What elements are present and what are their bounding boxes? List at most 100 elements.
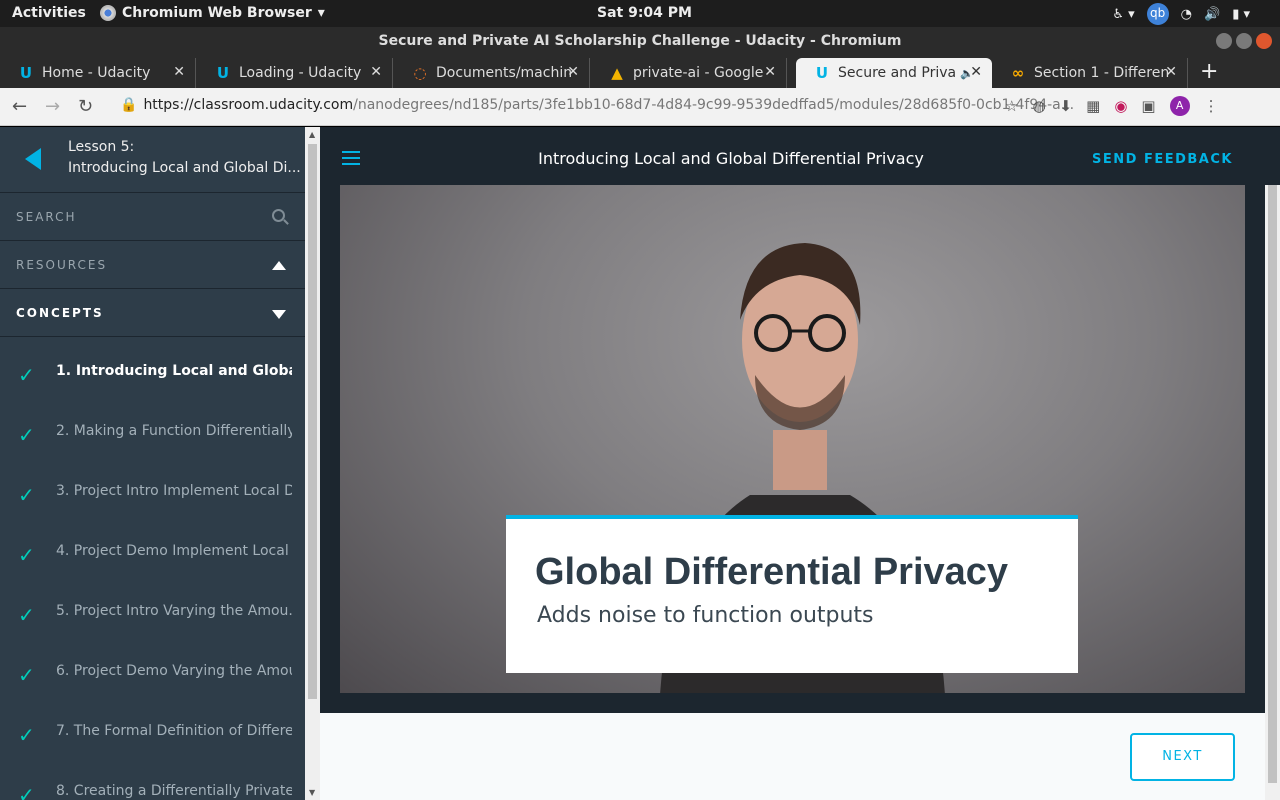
wifi-icon[interactable]: ◔ bbox=[1181, 7, 1192, 22]
maximize-button[interactable] bbox=[1236, 33, 1252, 49]
concept-item[interactable]: ✓ 1. Introducing Local and Global D... bbox=[0, 349, 305, 409]
back-arrow-icon[interactable]: ← bbox=[12, 96, 27, 117]
scroll-up-icon[interactable]: ▲ bbox=[309, 130, 315, 139]
udacity-icon: U bbox=[216, 64, 230, 82]
main-content: Introducing Local and Global Differentia… bbox=[320, 127, 1280, 800]
concept-label: 1. Introducing Local and Global D... bbox=[56, 363, 292, 379]
address-bar: ← → ↻ 🔒 https://classroom.udacity.com/nan… bbox=[0, 88, 1280, 126]
back-triangle-icon[interactable] bbox=[25, 148, 41, 170]
window-titlebar: Secure and Private AI Scholarship Challe… bbox=[0, 27, 1280, 55]
main-scrollbar[interactable] bbox=[1265, 185, 1280, 800]
concept-item[interactable]: ✓ 5. Project Intro Varying the Amou... bbox=[0, 589, 305, 649]
battery-icon[interactable]: ▮ ▾ bbox=[1232, 7, 1250, 22]
clock[interactable]: Sat 9:04 PM bbox=[597, 5, 692, 21]
concept-item[interactable]: ✓ 6. Project Demo Varying the Amou... bbox=[0, 649, 305, 709]
user-badge[interactable]: qb bbox=[1146, 3, 1169, 25]
video-caption-card: Global Differential Privacy Adds noise t… bbox=[506, 515, 1078, 673]
check-icon: ✓ bbox=[18, 423, 35, 447]
concept-item[interactable]: ✓ 2. Making a Function Differentially... bbox=[0, 409, 305, 469]
check-icon: ✓ bbox=[18, 543, 35, 567]
collapse-triangle-icon[interactable] bbox=[272, 261, 286, 270]
concept-label: 5. Project Intro Varying the Amou... bbox=[56, 603, 292, 619]
app-menu[interactable]: Chromium Web Browser ▾ bbox=[100, 5, 325, 21]
resources-section[interactable]: RESOURCES bbox=[0, 241, 305, 289]
tab-label: Documents/machine bbox=[436, 65, 571, 81]
jupyter-icon: ◌ bbox=[413, 64, 427, 82]
scrollbar-thumb[interactable] bbox=[308, 144, 317, 699]
concepts-label: CONCEPTS bbox=[16, 306, 104, 320]
new-tab-button[interactable]: + bbox=[1200, 59, 1218, 84]
close-icon[interactable]: ✕ bbox=[1165, 64, 1177, 80]
close-window-button[interactable] bbox=[1256, 33, 1272, 49]
lesson-header[interactable]: Lesson 5: Introducing Local and Global D… bbox=[0, 127, 305, 193]
lesson-number: Lesson 5: bbox=[68, 139, 135, 155]
close-icon[interactable]: ✕ bbox=[764, 64, 776, 80]
check-icon: ✓ bbox=[18, 363, 35, 387]
concept-item[interactable]: ✓ 7. The Formal Definition of Differe... bbox=[0, 709, 305, 769]
download-icon[interactable]: ⬇ bbox=[1060, 97, 1073, 115]
tab-label: Loading - Udacity bbox=[239, 65, 362, 81]
profile-avatar[interactable]: A bbox=[1169, 96, 1190, 116]
search-label: SEARCH bbox=[16, 210, 77, 224]
concept-item[interactable]: ✓ 4. Project Demo Implement Local ... bbox=[0, 529, 305, 589]
concept-list: ✓ 1. Introducing Local and Global D... ✓ 2… bbox=[0, 349, 305, 800]
volume-icon[interactable]: 🔊 bbox=[1204, 7, 1220, 22]
system-tray[interactable]: ♿ ▾ qb ◔ 🔊 ▮ ▾ bbox=[1112, 3, 1250, 25]
tab-label: Section 1 - Differential bbox=[1034, 65, 1169, 81]
concept-item[interactable]: ✓ 8. Creating a Differentially Private Q.… bbox=[0, 769, 305, 800]
search-icon[interactable] bbox=[272, 209, 285, 222]
extension-bar: ☆ ◍ ⬇ ▦ ◉ ▣ A ⋮ bbox=[1005, 96, 1219, 116]
search-section[interactable]: SEARCH bbox=[0, 193, 305, 241]
sidebar-scrollbar[interactable]: ▲ ▼ bbox=[305, 127, 320, 800]
concepts-section[interactable]: CONCEPTS bbox=[0, 289, 305, 337]
concept-label: 4. Project Demo Implement Local ... bbox=[56, 543, 292, 559]
next-button[interactable]: NEXT bbox=[1130, 733, 1235, 781]
scrollbar-thumb[interactable] bbox=[1268, 185, 1277, 783]
extension-q-icon[interactable]: ◉ bbox=[1114, 97, 1127, 115]
close-icon[interactable]: ✕ bbox=[567, 64, 579, 80]
colab-icon: ∞ bbox=[1011, 64, 1025, 82]
send-feedback-link[interactable]: SEND FEEDBACK bbox=[1092, 152, 1233, 167]
tab-section-1[interactable]: ∞ Section 1 - Differential ✕ bbox=[992, 58, 1188, 88]
tab-documents[interactable]: ◌ Documents/machine ✕ bbox=[394, 58, 590, 88]
chevron-down-icon: ▾ bbox=[317, 5, 325, 21]
activities-button[interactable]: Activities bbox=[12, 5, 86, 21]
video-player[interactable]: Global Differential Privacy Adds noise t… bbox=[340, 185, 1245, 693]
system-top-bar: Activities Chromium Web Browser ▾ Sat 9:… bbox=[0, 0, 1280, 27]
tab-home-udacity[interactable]: U Home - Udacity ✕ bbox=[0, 58, 196, 88]
menu-dots-icon[interactable]: ⋮ bbox=[1204, 97, 1219, 115]
close-icon[interactable]: ✕ bbox=[173, 64, 185, 80]
concept-item[interactable]: ✓ 3. Project Intro Implement Local D... bbox=[0, 469, 305, 529]
close-icon[interactable]: ✕ bbox=[370, 64, 382, 80]
check-icon: ✓ bbox=[18, 663, 35, 687]
tab-google-drive[interactable]: ▲ private-ai - Google Drive ✕ bbox=[591, 58, 787, 88]
concept-label: 8. Creating a Differentially Private Q..… bbox=[56, 783, 292, 799]
lock-icon: 🔒 bbox=[120, 97, 138, 113]
window-controls bbox=[1216, 33, 1272, 49]
tab-secure-private-active[interactable]: U Secure and Private 🔈 ✕ bbox=[796, 58, 992, 88]
reload-icon[interactable]: ↻ bbox=[78, 96, 93, 117]
star-icon[interactable]: ☆ bbox=[1005, 97, 1018, 115]
forward-arrow-icon[interactable]: → bbox=[45, 96, 60, 117]
tab-label: Secure and Private bbox=[838, 65, 956, 81]
tab-strip: U Home - Udacity ✕ U Loading - Udacity ✕… bbox=[0, 55, 1280, 88]
extension-f-icon[interactable]: ▣ bbox=[1141, 97, 1155, 115]
udacity-icon: U bbox=[815, 64, 829, 82]
caption-heading: Global Differential Privacy bbox=[535, 551, 1009, 593]
app-menu-label: Chromium Web Browser bbox=[122, 5, 312, 21]
scroll-down-icon[interactable]: ▼ bbox=[309, 788, 315, 797]
udacity-icon: U bbox=[19, 64, 33, 82]
gitzip-icon[interactable]: ▦ bbox=[1086, 97, 1100, 115]
tab-loading-udacity[interactable]: U Loading - Udacity ✕ bbox=[197, 58, 393, 88]
minimize-button[interactable] bbox=[1216, 33, 1232, 49]
extension-globe-icon[interactable]: ◍ bbox=[1032, 97, 1045, 115]
url-field[interactable]: 🔒 https://classroom.udacity.com/nanodegre… bbox=[120, 97, 1074, 113]
caption-subtitle: Adds noise to function outputs bbox=[537, 603, 874, 628]
content-header: Introducing Local and Global Differentia… bbox=[320, 127, 1280, 185]
tab-label: Home - Udacity bbox=[42, 65, 151, 81]
close-icon[interactable]: ✕ bbox=[970, 64, 982, 80]
check-icon: ✓ bbox=[18, 783, 35, 800]
accessibility-icon[interactable]: ♿ ▾ bbox=[1112, 7, 1134, 22]
concept-label: 7. The Formal Definition of Differe... bbox=[56, 723, 292, 739]
expand-triangle-icon[interactable] bbox=[272, 310, 286, 319]
